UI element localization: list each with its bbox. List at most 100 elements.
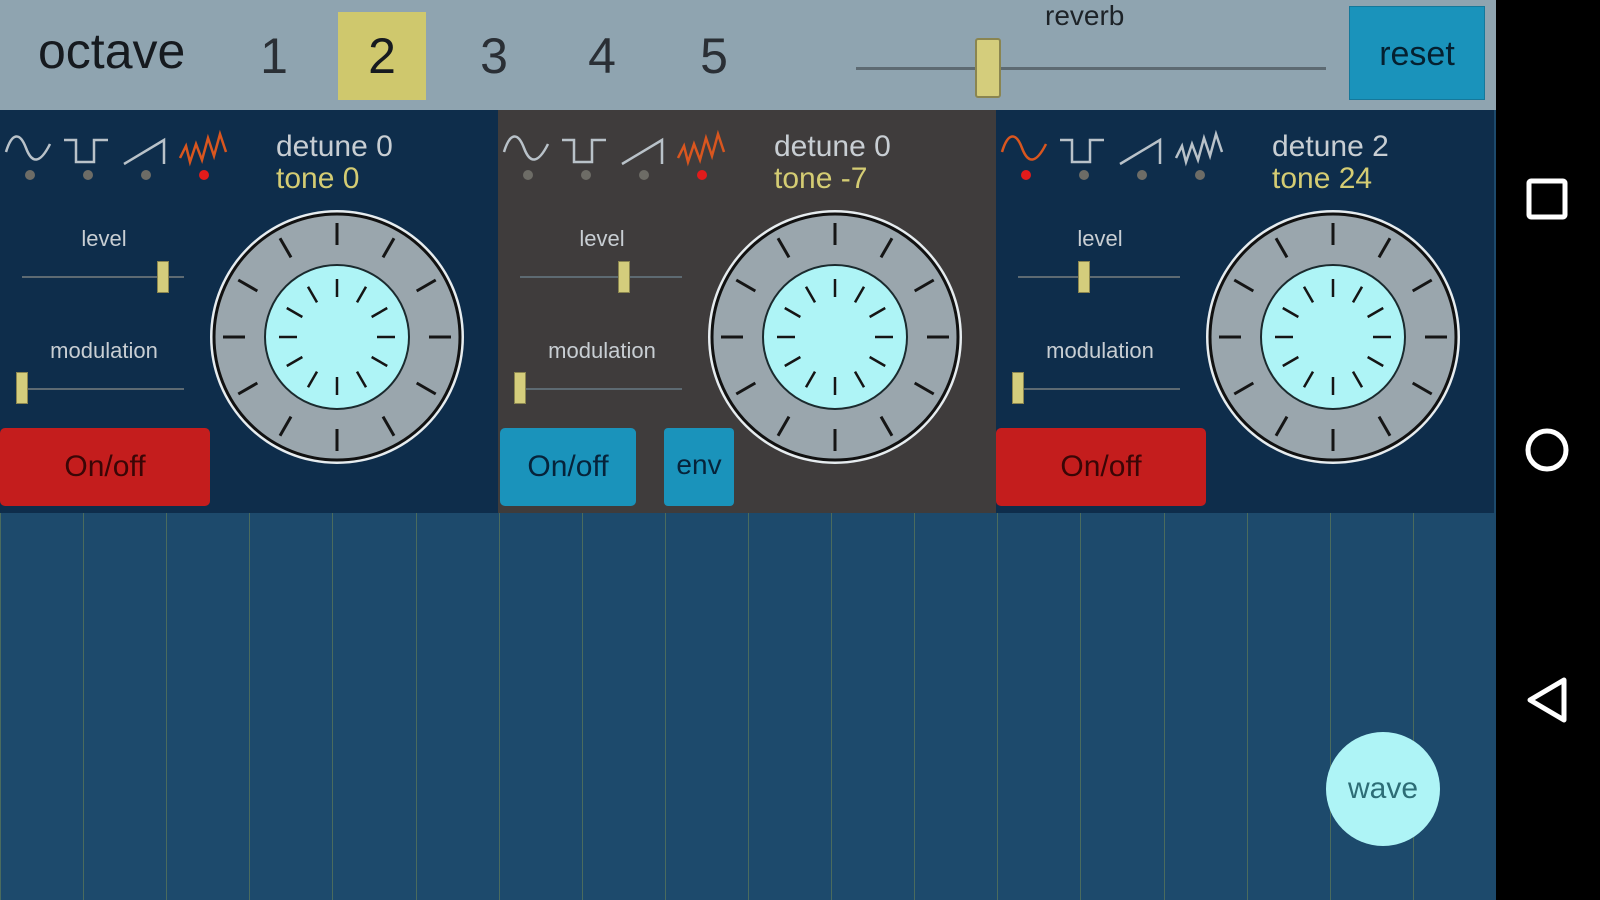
piano-key[interactable] (0, 513, 83, 900)
wave-indicator-dot (25, 170, 35, 180)
sawtooth-wave-button[interactable] (118, 126, 174, 186)
wave-indicator-dot (1021, 170, 1031, 180)
piano-key[interactable] (1412, 513, 1496, 900)
reverb-slider[interactable] (856, 67, 1326, 70)
piano-key[interactable] (997, 513, 1080, 900)
piano-key[interactable] (914, 513, 997, 900)
piano-key[interactable] (581, 513, 665, 900)
piano-key[interactable] (249, 513, 332, 900)
piano-key[interactable] (332, 513, 415, 900)
level-slider-thumb[interactable] (1078, 261, 1090, 293)
noise-wave-icon (178, 129, 228, 167)
piano-key[interactable] (831, 513, 914, 900)
piano-key[interactable] (748, 513, 831, 900)
piano-key[interactable] (166, 513, 249, 900)
square-wave-button[interactable] (1056, 126, 1112, 186)
wave-selector (996, 126, 1226, 186)
square-wave-button[interactable] (60, 126, 116, 186)
wave-indicator-dot (581, 170, 591, 180)
piano-key[interactable] (83, 513, 166, 900)
oscillator-panel-1: detune 0 tone 0 level modulation On/off (0, 110, 498, 513)
modulation-slider[interactable] (18, 388, 184, 390)
wave-indicator-dot (199, 170, 209, 180)
tone-readout: tone 24 (1272, 162, 1373, 195)
modulation-slider-thumb[interactable] (1012, 372, 1024, 404)
modulation-label: modulation (1046, 338, 1154, 363)
noise-wave-icon (676, 129, 726, 167)
home-icon[interactable] (1496, 410, 1600, 490)
noise-wave-button[interactable] (674, 126, 730, 186)
level-label: level (579, 226, 625, 251)
level-label: level (1077, 226, 1123, 251)
recent-apps-icon[interactable] (1496, 160, 1600, 240)
level-slider[interactable] (1018, 276, 1180, 278)
oscillator-panel-2: detune 0 tone -7 level modulation On/off… (498, 110, 996, 513)
octave-button-5[interactable]: 5 (670, 12, 758, 100)
level-slider-thumb[interactable] (157, 261, 169, 293)
piano-key[interactable] (415, 513, 499, 900)
square-wave-icon (1060, 138, 1104, 164)
octave-label: octave (38, 23, 186, 79)
detune-readout: detune 2 (1272, 130, 1389, 163)
piano-key[interactable] (498, 513, 582, 900)
on-off-button[interactable]: On/off (0, 428, 210, 506)
level-label: level (81, 226, 127, 251)
wave-button[interactable]: wave (1326, 732, 1440, 846)
level-slider-thumb[interactable] (617, 261, 630, 293)
sawtooth-wave-icon (1119, 137, 1162, 166)
synth-app: octave 1 2 3 4 5 reverb reset detune 0 t… (0, 0, 1496, 900)
piano-key[interactable] (1163, 513, 1247, 900)
wave-indicator-dot (1195, 170, 1205, 180)
piano-key[interactable] (1080, 513, 1163, 900)
modulation-slider[interactable] (1014, 388, 1180, 390)
detune-readout: detune 0 (774, 130, 891, 163)
wave-selector (0, 126, 230, 186)
wave-indicator-dot (1079, 170, 1089, 180)
wave-indicator-dot (1137, 170, 1147, 180)
octave-button-1[interactable]: 1 (230, 12, 318, 100)
piano-key[interactable] (1246, 513, 1330, 900)
detune-readout: detune 0 (276, 130, 393, 163)
wave-indicator-dot (83, 170, 93, 180)
modulation-slider-thumb[interactable] (514, 372, 526, 404)
system-nav-bar (1496, 0, 1600, 900)
tone-knob[interactable] (206, 206, 468, 468)
sawtooth-wave-icon (621, 137, 664, 166)
noise-wave-button[interactable] (1172, 126, 1228, 186)
octave-button-3[interactable]: 3 (450, 12, 538, 100)
square-wave-icon (562, 138, 606, 164)
modulation-slider[interactable] (516, 388, 682, 390)
sine-wave-icon (4, 135, 52, 161)
top-bar: octave 1 2 3 4 5 reverb reset (0, 0, 1496, 110)
piano-key[interactable] (664, 513, 748, 900)
modulation-slider-thumb[interactable] (16, 372, 28, 404)
noise-wave-button[interactable] (176, 126, 232, 186)
oscillator-panel-3: detune 2 tone 24 level modulation On/off (996, 110, 1494, 513)
reverb-slider-thumb[interactable] (974, 38, 1001, 98)
back-icon[interactable] (1496, 660, 1600, 740)
wave-indicator-dot (639, 170, 649, 180)
sawtooth-wave-icon (123, 137, 166, 166)
octave-button-4[interactable]: 4 (558, 12, 646, 100)
sine-wave-button[interactable] (2, 126, 58, 186)
on-off-button[interactable]: On/off (500, 428, 636, 506)
tone-readout: tone -7 (774, 162, 868, 195)
sawtooth-wave-button[interactable] (1114, 126, 1170, 186)
tone-knob[interactable] (704, 206, 966, 468)
wave-indicator-dot (523, 170, 533, 180)
on-off-button[interactable]: On/off (996, 428, 1206, 506)
sine-wave-button[interactable] (998, 126, 1054, 186)
level-slider[interactable] (520, 276, 682, 278)
noise-wave-icon (1174, 129, 1224, 167)
keyboard (0, 513, 1496, 900)
sine-wave-button[interactable] (500, 126, 556, 186)
square-wave-icon (64, 138, 108, 164)
reset-button[interactable]: reset (1349, 6, 1485, 100)
wave-selector (498, 126, 728, 186)
sawtooth-wave-button[interactable] (616, 126, 672, 186)
sine-wave-icon (1000, 135, 1048, 161)
tone-knob[interactable] (1202, 206, 1464, 468)
square-wave-button[interactable] (558, 126, 614, 186)
modulation-label: modulation (548, 338, 656, 363)
octave-button-2[interactable]: 2 (338, 12, 426, 100)
